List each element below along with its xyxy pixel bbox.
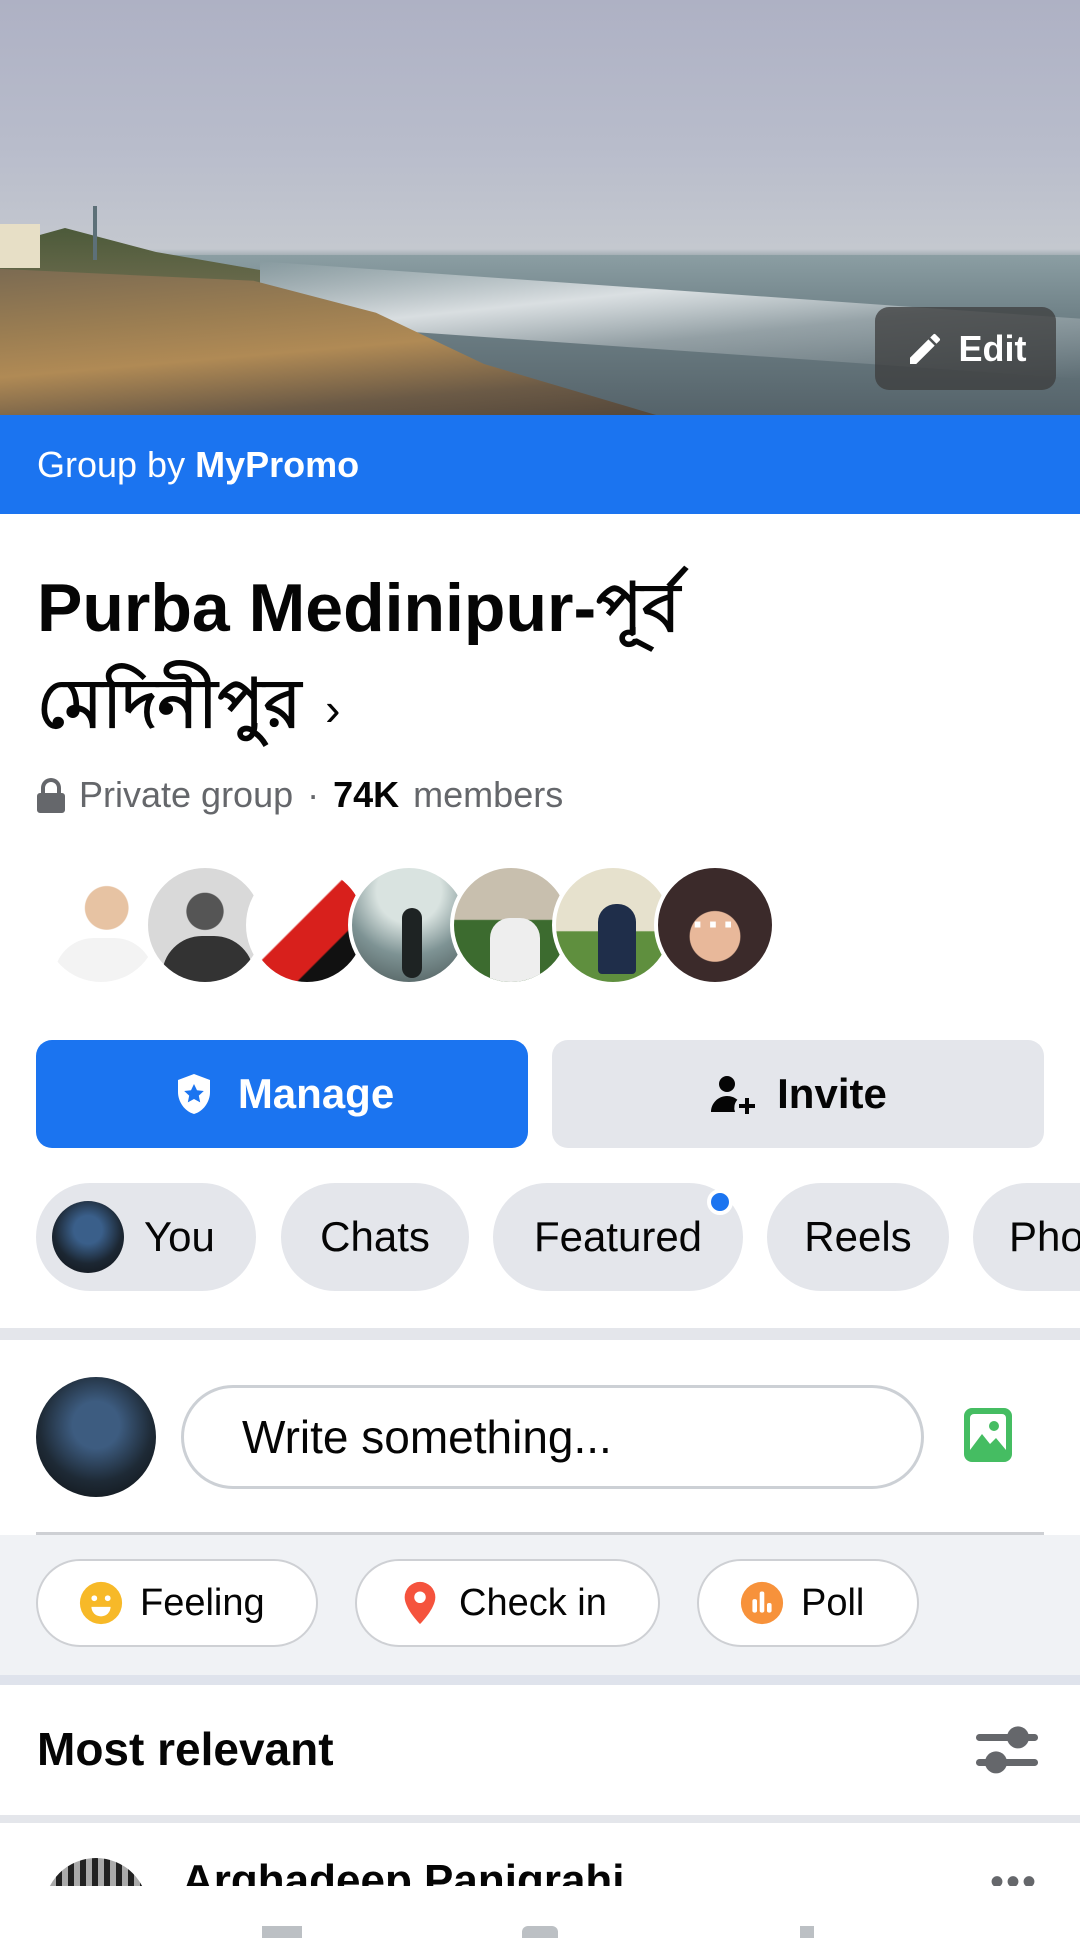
nav-back-icon[interactable] (800, 1926, 814, 1938)
tab-you-label: You (144, 1213, 215, 1260)
invite-button[interactable]: Invite (552, 1040, 1044, 1148)
feeling-icon (79, 1581, 123, 1625)
notification-dot (707, 1189, 733, 1215)
user-avatar (52, 1201, 124, 1273)
feeling-button[interactable]: Feeling (36, 1559, 318, 1647)
edit-cover-button[interactable]: Edit (875, 307, 1056, 390)
location-pin-icon (404, 1581, 436, 1625)
chevron-right-icon: › (325, 683, 341, 736)
manage-button[interactable]: Manage (36, 1040, 528, 1148)
cover-pole (93, 206, 97, 260)
composer-placeholder: Write something... (242, 1411, 612, 1463)
manage-label: Manage (237, 1070, 395, 1117)
composer-avatar[interactable] (36, 1377, 156, 1497)
write-something-input[interactable]: Write something... (181, 1385, 924, 1489)
group-by-banner[interactable]: Group by MyPromo (0, 415, 1080, 514)
cover-photo: Edit (0, 0, 1080, 415)
group-by-brand[interactable]: MyPromo (195, 444, 359, 486)
tab-chats-label: Chats (320, 1213, 430, 1260)
filter-sliders-icon[interactable] (976, 1724, 1038, 1776)
meta-separator: · (307, 774, 320, 815)
group-tabs: You Chats Featured Reels Photos (36, 1183, 1080, 1291)
more-members-avatar[interactable]: ··· (654, 864, 776, 986)
photo-icon[interactable] (962, 1406, 1014, 1464)
tab-photos-label: Photos (1009, 1213, 1080, 1260)
check-in-label: Check in (459, 1581, 607, 1624)
check-in-button[interactable]: Check in (355, 1559, 660, 1647)
group-title-text: Purba Medinipur-পূর্ব মেদিনীপুর (37, 570, 681, 742)
section-divider (0, 1815, 1080, 1823)
section-divider (0, 1675, 1080, 1685)
tab-chats[interactable]: Chats (281, 1183, 469, 1291)
bottom-navigation-bar (0, 1886, 1080, 1938)
quick-actions: Feeling Check in Poll (0, 1535, 1080, 1675)
add-person-icon (711, 1076, 756, 1114)
group-meta: Private group · 74K members (37, 770, 563, 820)
cover-building (0, 224, 40, 268)
pencil-icon (909, 333, 940, 364)
feeling-label: Feeling (140, 1581, 265, 1624)
privacy-label: Private group (79, 774, 294, 815)
member-count: 74K (333, 774, 400, 815)
group-title[interactable]: Purba Medinipur-পূর্ব মেদিনীপুর › (37, 560, 797, 757)
group-by-prefix: Group by (37, 443, 186, 485)
sort-heading[interactable]: Most relevant (37, 1722, 334, 1776)
more-members-icon: ··· (692, 902, 738, 947)
tab-reels[interactable]: Reels (767, 1183, 949, 1291)
tab-featured[interactable]: Featured (493, 1183, 743, 1291)
poll-label: Poll (801, 1581, 865, 1624)
tab-you[interactable]: You (36, 1183, 256, 1291)
nav-menu-icon[interactable] (262, 1926, 302, 1938)
shield-star-icon (177, 1074, 210, 1114)
poll-button[interactable]: Poll (697, 1559, 919, 1647)
nav-home-icon[interactable] (522, 1926, 558, 1938)
poll-icon (740, 1581, 784, 1625)
edit-label: Edit (958, 327, 1027, 369)
invite-label: Invite (777, 1070, 887, 1117)
tab-photos[interactable]: Photos (973, 1183, 1080, 1291)
lock-icon (37, 777, 65, 813)
member-label: members (413, 774, 564, 815)
tab-reels-label: Reels (804, 1213, 912, 1260)
tab-featured-label: Featured (533, 1213, 703, 1260)
section-divider (0, 1328, 1080, 1340)
